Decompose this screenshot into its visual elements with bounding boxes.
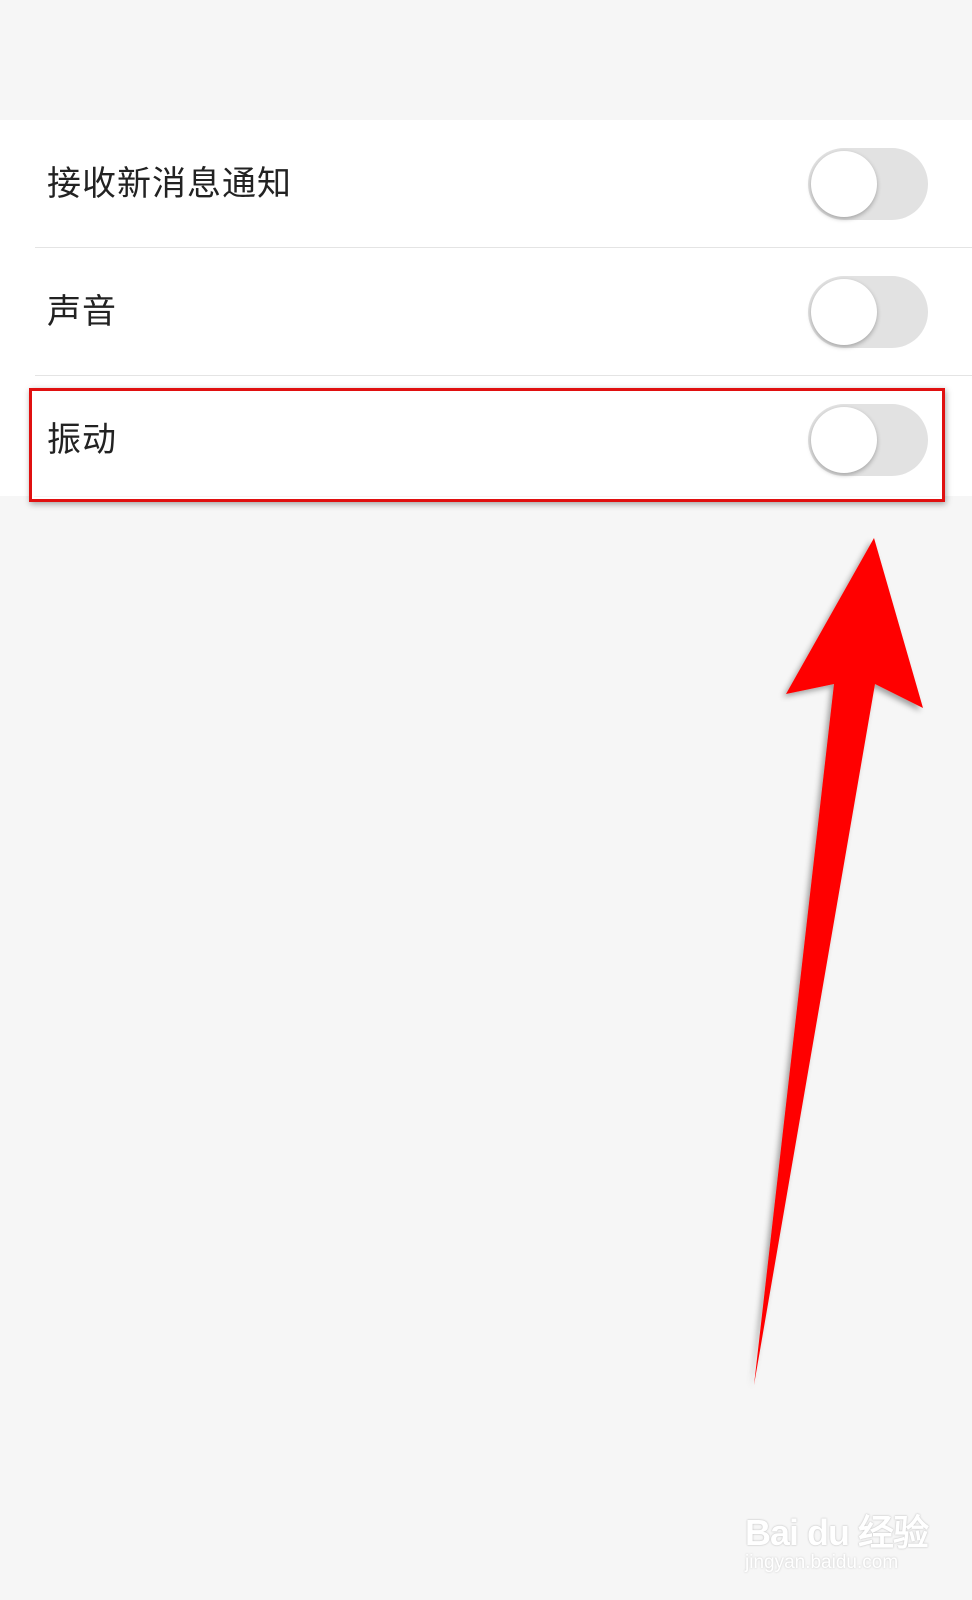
top-spacer xyxy=(0,0,972,120)
setting-row-vibration[interactable]: 振动 xyxy=(0,376,972,496)
toggle-knob xyxy=(811,279,877,345)
toggle-knob xyxy=(811,407,877,473)
watermark-logo: Bai du 经验 xyxy=(745,1512,929,1553)
new-message-notification-toggle[interactable] xyxy=(808,148,928,220)
arrow-shape xyxy=(754,538,923,1385)
setting-label-vibration: 振动 xyxy=(47,420,117,460)
watermark-url: jingyan.baidu.com xyxy=(745,1552,899,1573)
setting-label-sound: 声音 xyxy=(47,292,117,332)
setting-row-sound[interactable]: 声音 xyxy=(0,248,972,376)
setting-row-new-message-notification[interactable]: 接收新消息通知 xyxy=(0,120,972,248)
baidu-jingyan-watermark: Bai du 经验 jingyan.baidu.com xyxy=(745,1488,935,1578)
toggle-knob xyxy=(811,151,877,217)
sound-toggle[interactable] xyxy=(808,276,928,348)
notification-settings-list: 接收新消息通知 声音 振动 xyxy=(0,120,972,496)
vibration-toggle[interactable] xyxy=(808,404,928,476)
setting-label-new-message-notification: 接收新消息通知 xyxy=(47,164,292,204)
